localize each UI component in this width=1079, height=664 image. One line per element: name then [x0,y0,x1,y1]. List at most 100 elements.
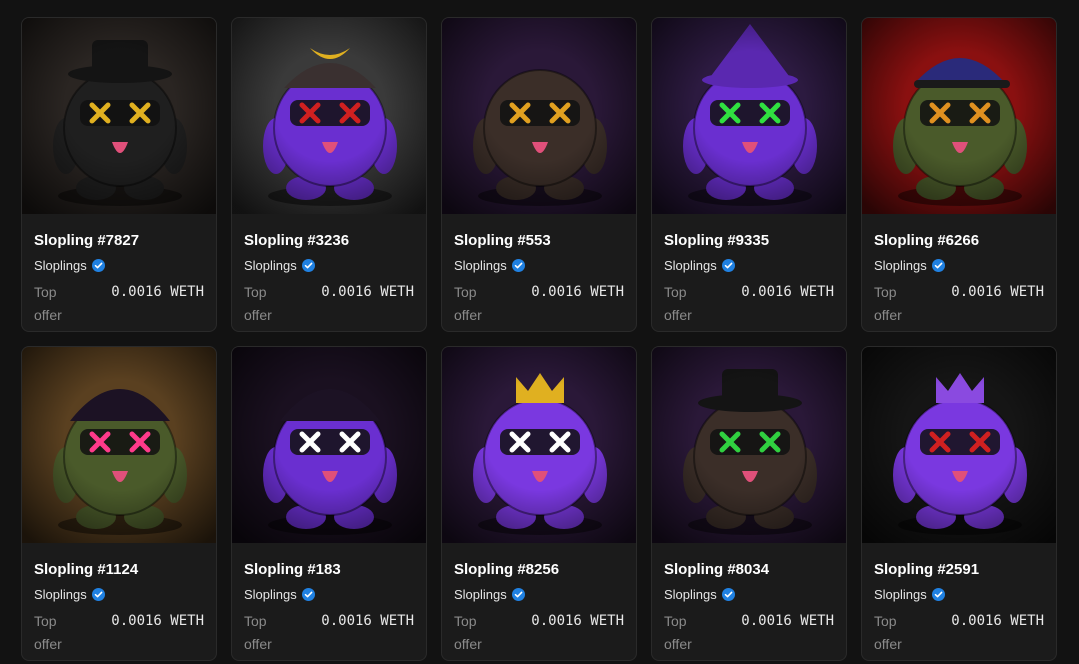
nft-card[interactable]: Slopling #7827 Sloplings Top offer 0.0016 W… [21,17,217,332]
nft-card[interactable]: Slopling #8034 Sloplings Top offer 0.0016 W… [651,346,847,661]
collection-name[interactable]: Sloplings [664,258,717,273]
top-offer-row: Top offer 0.0016 WETH [664,610,834,656]
collection-row[interactable]: Sloplings [454,587,624,602]
nft-card[interactable]: Slopling #2591 Sloplings Top offer 0.0016 W… [861,346,1057,661]
nft-card[interactable]: Slopling #183 Sloplings Top offer 0.0016 WE… [231,346,427,661]
nft-name[interactable]: Slopling #183 [244,561,414,579]
nft-card[interactable]: Slopling #9335 Sloplings Top offer 0.0016 W… [651,17,847,332]
top-offer-row: Top offer 0.0016 WETH [34,281,204,327]
nft-name[interactable]: Slopling #3236 [244,232,414,250]
collection-row[interactable]: Sloplings [454,258,624,273]
top-offer-price: 0.0016 WETH [321,613,414,629]
collection-name[interactable]: Sloplings [874,258,927,273]
collection-name[interactable]: Sloplings [244,258,297,273]
collection-name[interactable]: Sloplings [664,587,717,602]
top-offer-price: 0.0016 WETH [111,613,204,629]
top-offer-row: Top offer 0.0016 WETH [664,281,834,327]
top-offer-label: Top offer [664,613,692,652]
top-offer-row: Top offer 0.0016 WETH [874,281,1044,327]
top-offer-price: 0.0016 WETH [741,284,834,300]
top-offer-price: 0.0016 WETH [111,284,204,300]
collection-row[interactable]: Sloplings [244,258,414,273]
collection-row[interactable]: Sloplings [34,258,204,273]
nft-name[interactable]: Slopling #8256 [454,561,624,579]
verified-badge-icon [931,588,945,601]
top-offer-price: 0.0016 WETH [531,284,624,300]
top-offer-label: Top offer [874,613,902,652]
verified-badge-icon [721,259,735,272]
verified-badge-icon [91,259,105,272]
nft-card-info: Slopling #8034 Sloplings Top offer 0.0016 W… [652,543,846,656]
nft-card-info: Slopling #553 Sloplings Top offer 0.0016 WE… [442,214,636,327]
collection-row[interactable]: Sloplings [874,587,1044,602]
nft-name[interactable]: Slopling #8034 [664,561,834,579]
nft-image[interactable] [442,347,636,543]
verified-badge-icon [301,588,315,601]
verified-badge-icon [721,588,735,601]
nft-image[interactable] [232,18,426,214]
top-offer-label: Top offer [244,284,272,323]
collection-name[interactable]: Sloplings [34,587,87,602]
verified-badge-icon [91,588,105,601]
collection-name[interactable]: Sloplings [244,587,297,602]
nft-name[interactable]: Slopling #6266 [874,232,1044,250]
nft-card-info: Slopling #183 Sloplings Top offer 0.0016 WE… [232,543,426,656]
top-offer-price: 0.0016 WETH [741,613,834,629]
nft-name[interactable]: Slopling #7827 [34,232,204,250]
verified-badge-icon [301,259,315,272]
nft-name[interactable]: Slopling #1124 [34,561,204,579]
verified-badge-icon [931,259,945,272]
top-offer-price: 0.0016 WETH [951,284,1044,300]
collection-row[interactable]: Sloplings [664,587,834,602]
verified-badge-icon [511,588,525,601]
top-offer-row: Top offer 0.0016 WETH [34,610,204,656]
collection-name[interactable]: Sloplings [454,587,507,602]
nft-card-info: Slopling #2591 Sloplings Top offer 0.0016 W… [862,543,1056,656]
nft-card-info: Slopling #1124 Sloplings Top offer 0.0016 W… [22,543,216,656]
top-offer-label: Top offer [34,284,62,323]
nft-card-info: Slopling #8256 Sloplings Top offer 0.0016 W… [442,543,636,656]
nft-image[interactable] [22,18,216,214]
top-offer-label: Top offer [664,284,692,323]
nft-name[interactable]: Slopling #9335 [664,232,834,250]
top-offer-row: Top offer 0.0016 WETH [454,281,624,327]
top-offer-label: Top offer [34,613,62,652]
nft-image[interactable] [232,347,426,543]
top-offer-row: Top offer 0.0016 WETH [454,610,624,656]
nft-card[interactable]: Slopling #8256 Sloplings Top offer 0.0016 W… [441,346,637,661]
nft-card[interactable]: Slopling #3236 Sloplings Top offer 0.0016 W… [231,17,427,332]
top-offer-row: Top offer 0.0016 WETH [244,281,414,327]
nft-card[interactable]: Slopling #1124 Sloplings Top offer 0.0016 W… [21,346,217,661]
top-offer-label: Top offer [454,284,482,323]
collection-row[interactable]: Sloplings [874,258,1044,273]
nft-image[interactable] [652,18,846,214]
nft-card-info: Slopling #7827 Sloplings Top offer 0.0016 W… [22,214,216,327]
nft-image[interactable] [862,347,1056,543]
nft-card-info: Slopling #3236 Sloplings Top offer 0.0016 W… [232,214,426,327]
nft-card[interactable]: Slopling #553 Sloplings Top offer 0.0016 WE… [441,17,637,332]
nft-grid: Slopling #7827 Sloplings Top offer 0.0016 W… [21,17,1057,661]
collection-name[interactable]: Sloplings [34,258,87,273]
top-offer-price: 0.0016 WETH [531,613,624,629]
collection-row[interactable]: Sloplings [34,587,204,602]
nft-image[interactable] [862,18,1056,214]
nft-name[interactable]: Slopling #553 [454,232,624,250]
nft-card[interactable]: Slopling #6266 Sloplings Top offer 0.0016 W… [861,17,1057,332]
nft-image[interactable] [442,18,636,214]
nft-image[interactable] [652,347,846,543]
top-offer-row: Top offer 0.0016 WETH [874,610,1044,656]
top-offer-row: Top offer 0.0016 WETH [244,610,414,656]
nft-card-info: Slopling #6266 Sloplings Top offer 0.0016 W… [862,214,1056,327]
top-offer-price: 0.0016 WETH [321,284,414,300]
nft-name[interactable]: Slopling #2591 [874,561,1044,579]
top-offer-label: Top offer [454,613,482,652]
top-offer-price: 0.0016 WETH [951,613,1044,629]
nft-card-info: Slopling #9335 Sloplings Top offer 0.0016 W… [652,214,846,327]
collection-row[interactable]: Sloplings [244,587,414,602]
top-offer-label: Top offer [244,613,272,652]
collection-name[interactable]: Sloplings [454,258,507,273]
collection-name[interactable]: Sloplings [874,587,927,602]
nft-image[interactable] [22,347,216,543]
collection-row[interactable]: Sloplings [664,258,834,273]
top-offer-label: Top offer [874,284,902,323]
